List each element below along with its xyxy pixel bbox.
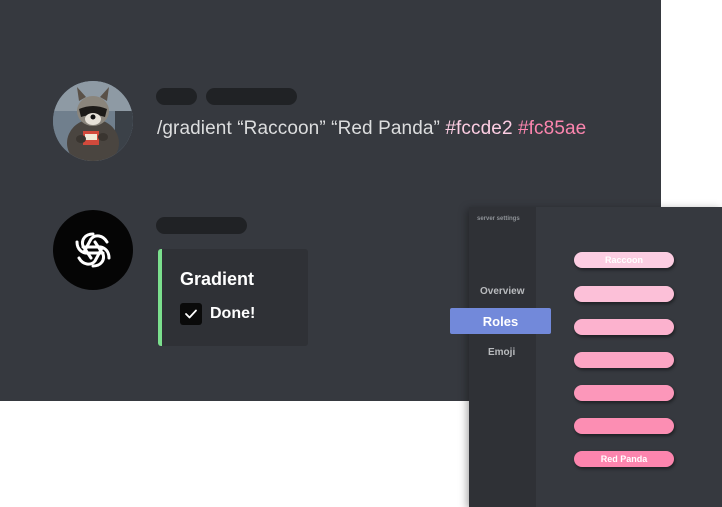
role-pill[interactable] xyxy=(574,319,674,335)
role-pill[interactable] xyxy=(574,385,674,401)
message-text: /gradient “Raccoon” “Red Panda” #fccde2 … xyxy=(157,118,586,140)
role-pill[interactable] xyxy=(574,418,674,434)
role-pill[interactable] xyxy=(574,286,674,302)
embed-status: Done! xyxy=(210,305,256,322)
raccoon-icon xyxy=(53,81,133,161)
raccoon-avatar[interactable] xyxy=(53,81,133,161)
role-pill[interactable] xyxy=(574,352,674,368)
openai-knot-icon xyxy=(75,232,111,268)
start-color-code: #fccde2 xyxy=(445,118,513,139)
settings-sidebar: server settings Overview Emoji xyxy=(469,207,536,507)
embed-title: Gradient xyxy=(180,269,255,289)
username-placeholder xyxy=(156,88,197,105)
checkbox xyxy=(180,303,202,325)
command-text: /gradient “Raccoon” “Red Panda” xyxy=(157,118,440,139)
embed-card: Gradient Done! xyxy=(158,249,308,346)
server-settings-panel: server settings Overview Emoji Roles Rac… xyxy=(450,207,722,507)
nav-emoji[interactable]: Emoji xyxy=(488,347,515,358)
timestamp-placeholder xyxy=(206,88,297,105)
settings-title: server settings xyxy=(477,216,520,222)
bot-avatar[interactable] xyxy=(53,210,133,290)
check-icon xyxy=(185,309,197,319)
role-pill[interactable]: Red Panda xyxy=(574,451,674,467)
end-color-code: #fc85ae xyxy=(518,118,587,139)
nav-overview[interactable]: Overview xyxy=(480,286,524,297)
nav-roles[interactable]: Roles xyxy=(450,308,551,334)
role-pill[interactable]: Raccoon xyxy=(574,252,674,268)
bot-username-placeholder xyxy=(156,217,247,234)
